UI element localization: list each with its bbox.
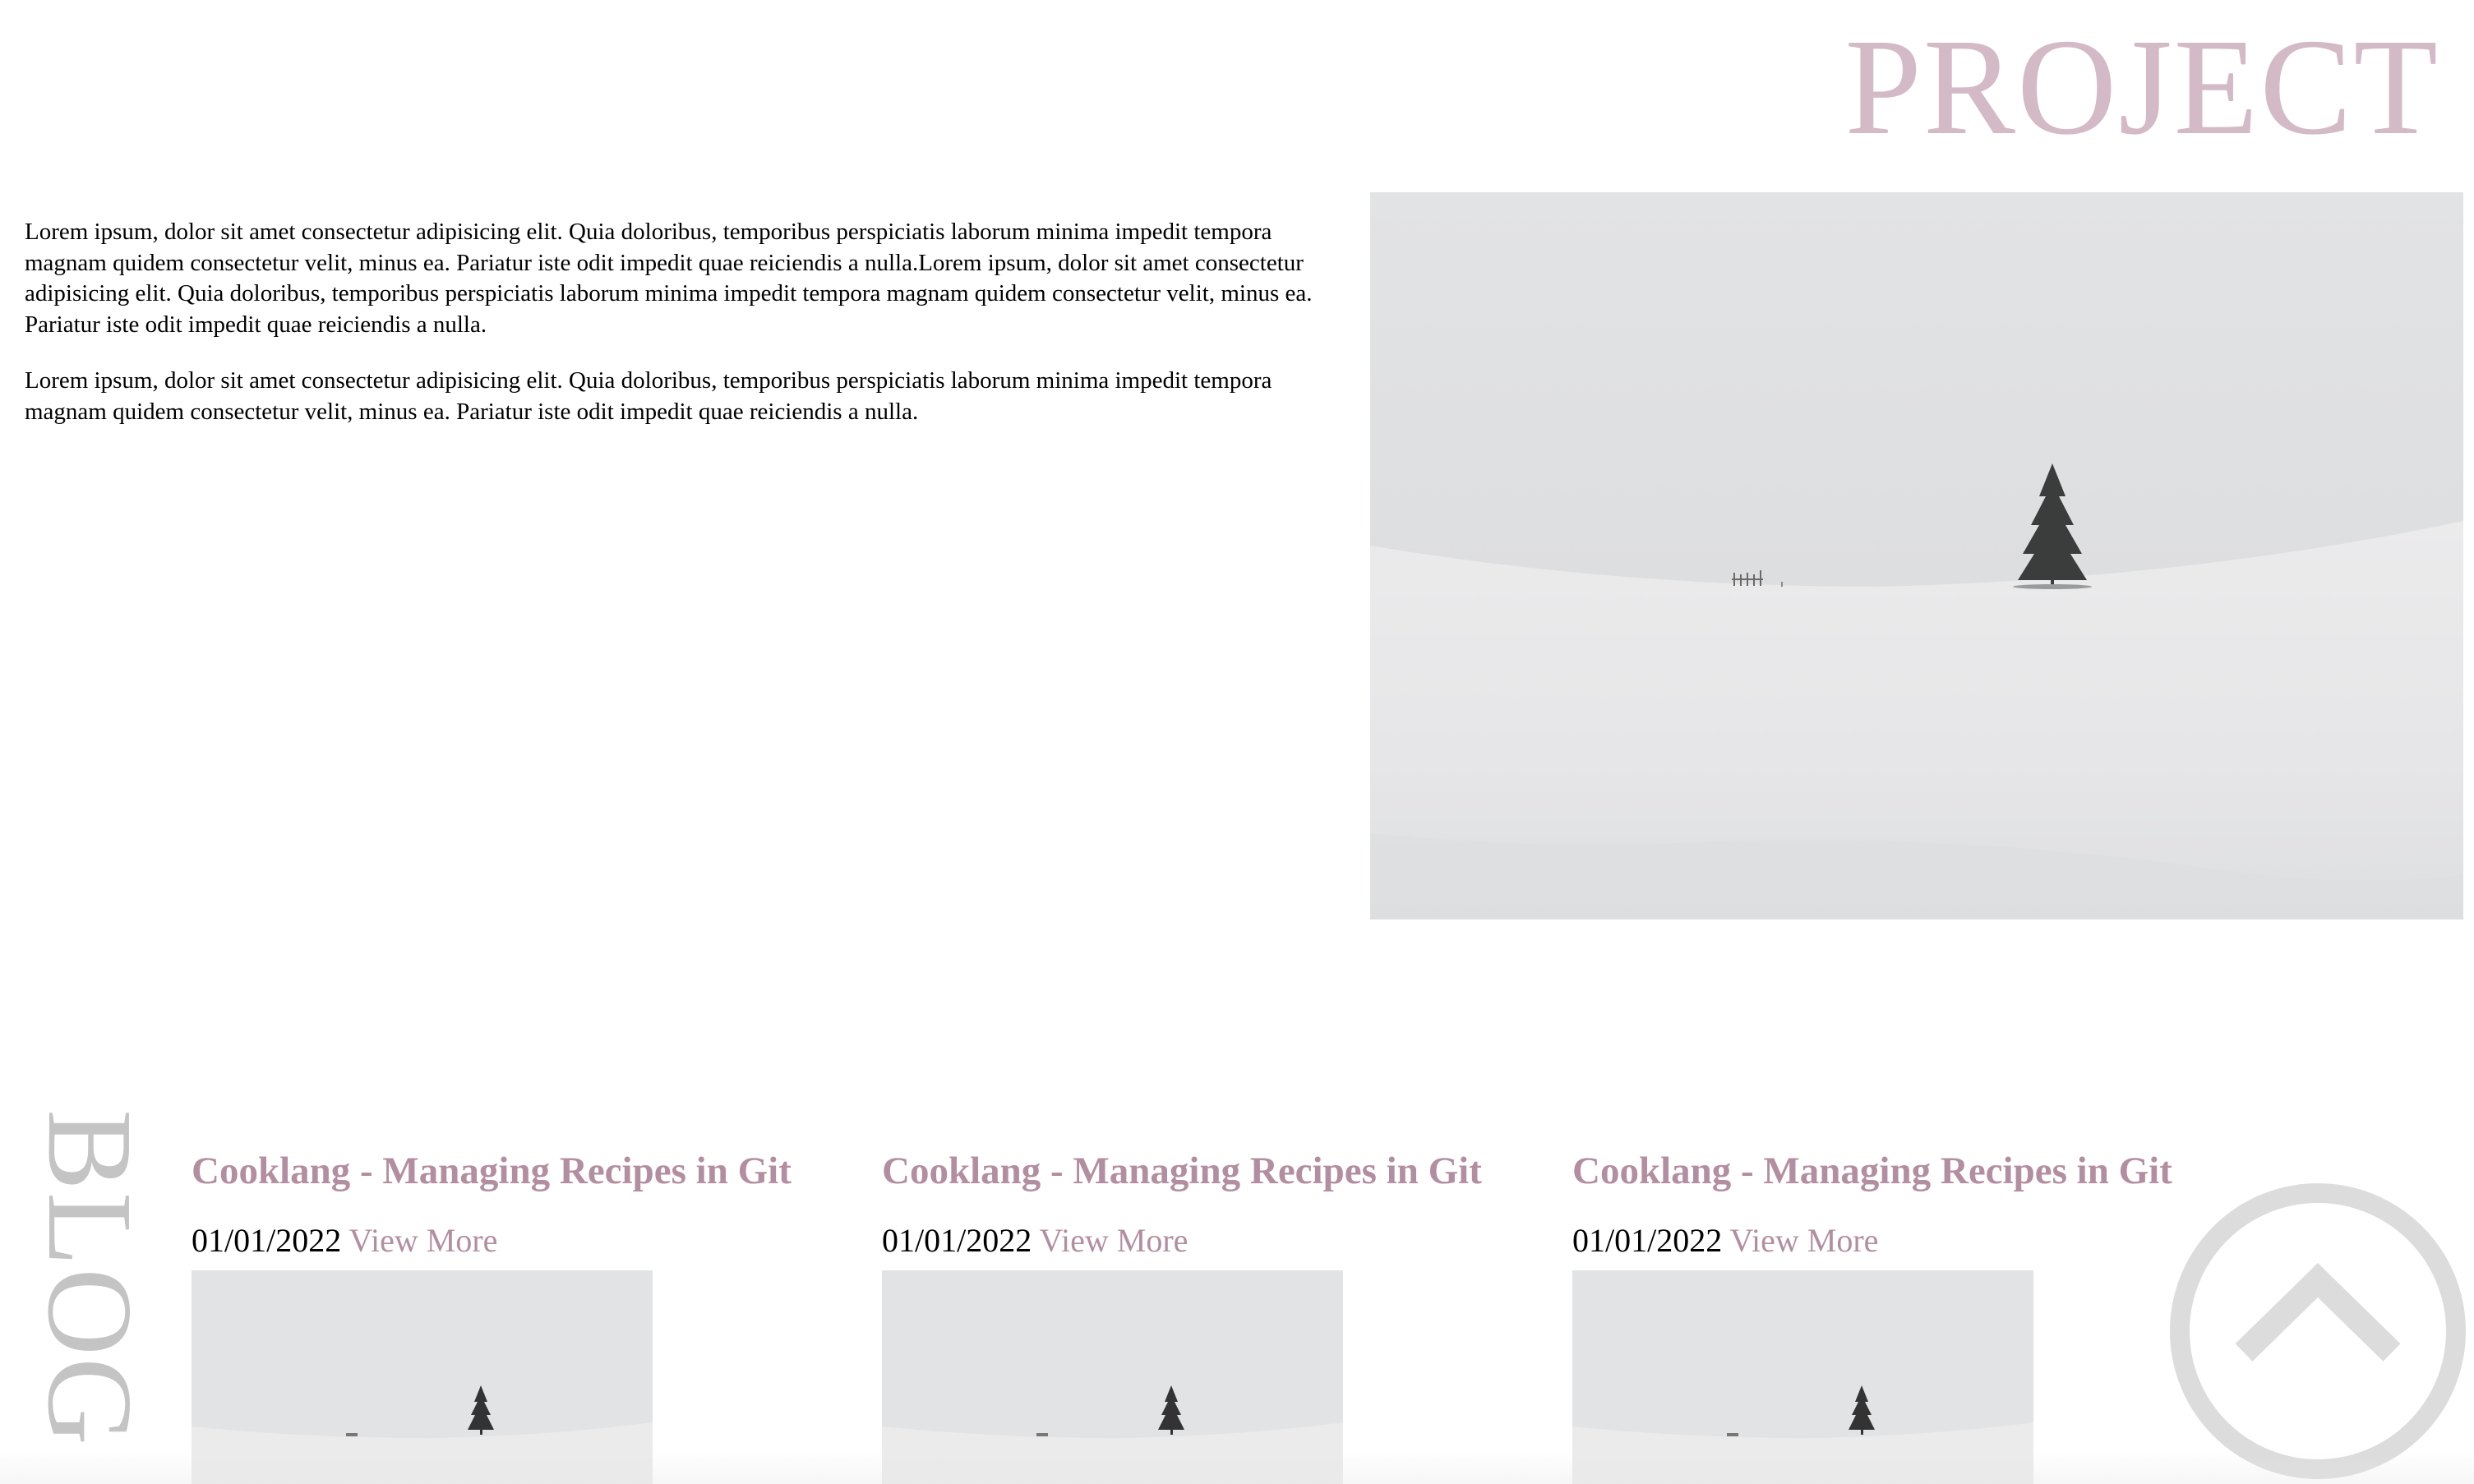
snowy-landscape-image	[192, 1270, 653, 1484]
blog-card-date: 01/01/2022	[192, 1221, 342, 1259]
blog-section-label: BLOG	[22, 1109, 157, 1447]
view-more-link[interactable]: View More	[1040, 1222, 1189, 1259]
snowy-landscape-image	[1572, 1270, 2033, 1484]
blog-card-title[interactable]: Cooklang - Managing Recipes in Git	[882, 1150, 1539, 1193]
snowy-landscape-image	[882, 1270, 1343, 1484]
blog-card-thumbnail[interactable]	[882, 1270, 1343, 1484]
blog-card-meta: 01/01/2022 View More	[192, 1221, 849, 1260]
project-description: Lorem ipsum, dolor sit amet consectetur …	[25, 217, 1353, 427]
project-title: PROJECT	[1844, 11, 2439, 164]
blog-card-title[interactable]: Cooklang - Managing Recipes in Git	[1572, 1150, 2230, 1193]
blog-card-date: 01/01/2022	[882, 1221, 1032, 1259]
chevron-up-circle-icon	[2170, 1183, 2466, 1479]
blog-card-meta: 01/01/2022 View More	[882, 1221, 1539, 1260]
blog-card-thumbnail[interactable]	[1572, 1270, 2033, 1484]
project-paragraph: Lorem ipsum, dolor sit amet consectetur …	[25, 219, 1313, 338]
snowy-landscape-image	[1370, 192, 2463, 919]
blog-card-title[interactable]: Cooklang - Managing Recipes in Git	[192, 1150, 849, 1193]
blog-card: Cooklang - Managing Recipes in Git 01/01…	[192, 1150, 849, 1484]
blog-card-meta: 01/01/2022 View More	[1572, 1221, 2230, 1260]
blog-card-date: 01/01/2022	[1572, 1221, 1723, 1259]
back-to-top-button[interactable]	[2165, 1178, 2471, 1484]
blog-card: Cooklang - Managing Recipes in Git 01/01…	[882, 1150, 1539, 1484]
project-paragraph: Lorem ipsum, dolor sit amet consectetur …	[25, 367, 1272, 425]
blog-card-thumbnail[interactable]	[192, 1270, 653, 1484]
blog-card: Cooklang - Managing Recipes in Git 01/01…	[1572, 1150, 2230, 1484]
view-more-link[interactable]: View More	[349, 1222, 498, 1259]
page: PROJECT Lorem ipsum, dolor sit amet cons…	[0, 0, 2474, 1484]
project-hero-image	[1370, 192, 2463, 919]
view-more-link[interactable]: View More	[1730, 1222, 1879, 1259]
